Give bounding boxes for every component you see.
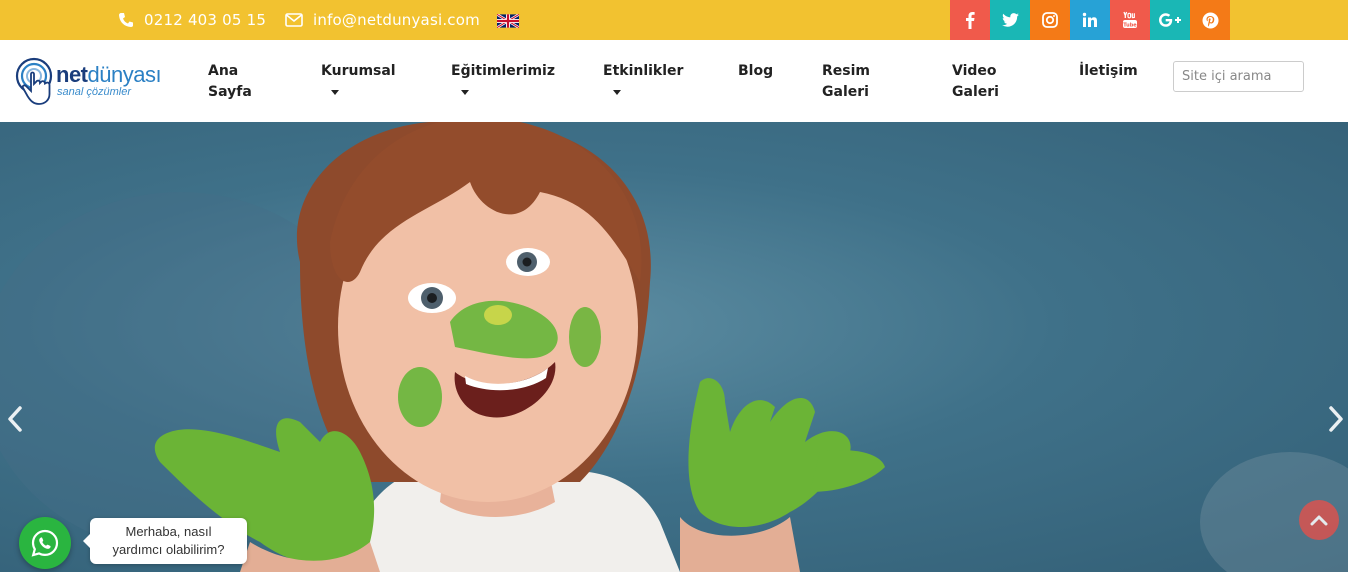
logo-mark-icon: [15, 57, 53, 105]
top-bar: 0212 403 05 15 info@netdunyasi.com Tube: [0, 0, 1348, 40]
chevron-down-icon: [331, 90, 339, 95]
site-logo[interactable]: netdünyası sanal çözümler: [14, 56, 174, 112]
phone-number: 0212 403 05 15: [144, 11, 267, 29]
slider-next-icon[interactable]: [1323, 404, 1347, 434]
nav-resim-galeri[interactable]: Resim Galeri: [822, 61, 870, 103]
envelope-icon: [285, 13, 303, 27]
nav-home[interactable]: Ana Sayfa: [208, 61, 252, 103]
chevron-up-icon: [1310, 515, 1328, 526]
whatsapp-icon: [31, 529, 59, 557]
nav-kurumsal[interactable]: Kurumsal: [321, 61, 396, 95]
google-plus-icon[interactable]: [1150, 0, 1190, 40]
facebook-icon[interactable]: [950, 0, 990, 40]
twitter-icon[interactable]: [990, 0, 1030, 40]
pinterest-icon[interactable]: [1190, 0, 1230, 40]
youtube-icon[interactable]: Tube: [1110, 0, 1150, 40]
svg-text:Tube: Tube: [1123, 22, 1137, 28]
nav-blog[interactable]: Blog: [738, 61, 773, 82]
nav-iletisim[interactable]: İletişim: [1079, 61, 1138, 82]
hero-image: [0, 122, 1348, 572]
uk-flag-icon[interactable]: [497, 14, 519, 28]
slider-prev-icon[interactable]: [4, 404, 28, 434]
scroll-to-top-button[interactable]: [1299, 500, 1339, 540]
site-search-input[interactable]: [1173, 61, 1304, 92]
logo-text: netdünyası: [56, 62, 162, 87]
email-contact[interactable]: info@netdunyasi.com: [285, 0, 480, 40]
whatsapp-button[interactable]: [19, 517, 71, 569]
nav-etkinlikler[interactable]: Etkinlikler: [603, 61, 683, 95]
linkedin-icon[interactable]: [1070, 0, 1110, 40]
chevron-down-icon: [461, 90, 469, 95]
phone-contact[interactable]: 0212 403 05 15: [118, 0, 266, 40]
logo-tagline: sanal çözümler: [57, 86, 131, 98]
chevron-down-icon: [613, 90, 621, 95]
whatsapp-chat-bubble[interactable]: Merhaba, nasıl yardımcı olabilirim?: [83, 518, 247, 564]
hero-slider: [0, 122, 1348, 572]
nav-egitimlerimiz[interactable]: Eğitimlerimiz: [451, 61, 555, 95]
main-header: netdünyası sanal çözümler Ana Sayfa Kurum…: [0, 40, 1348, 122]
social-links: Tube: [950, 0, 1230, 40]
nav-video-galeri[interactable]: Video Galeri: [952, 61, 999, 103]
phone-icon: [119, 13, 133, 27]
email-address: info@netdunyasi.com: [313, 11, 480, 29]
instagram-icon[interactable]: [1030, 0, 1070, 40]
